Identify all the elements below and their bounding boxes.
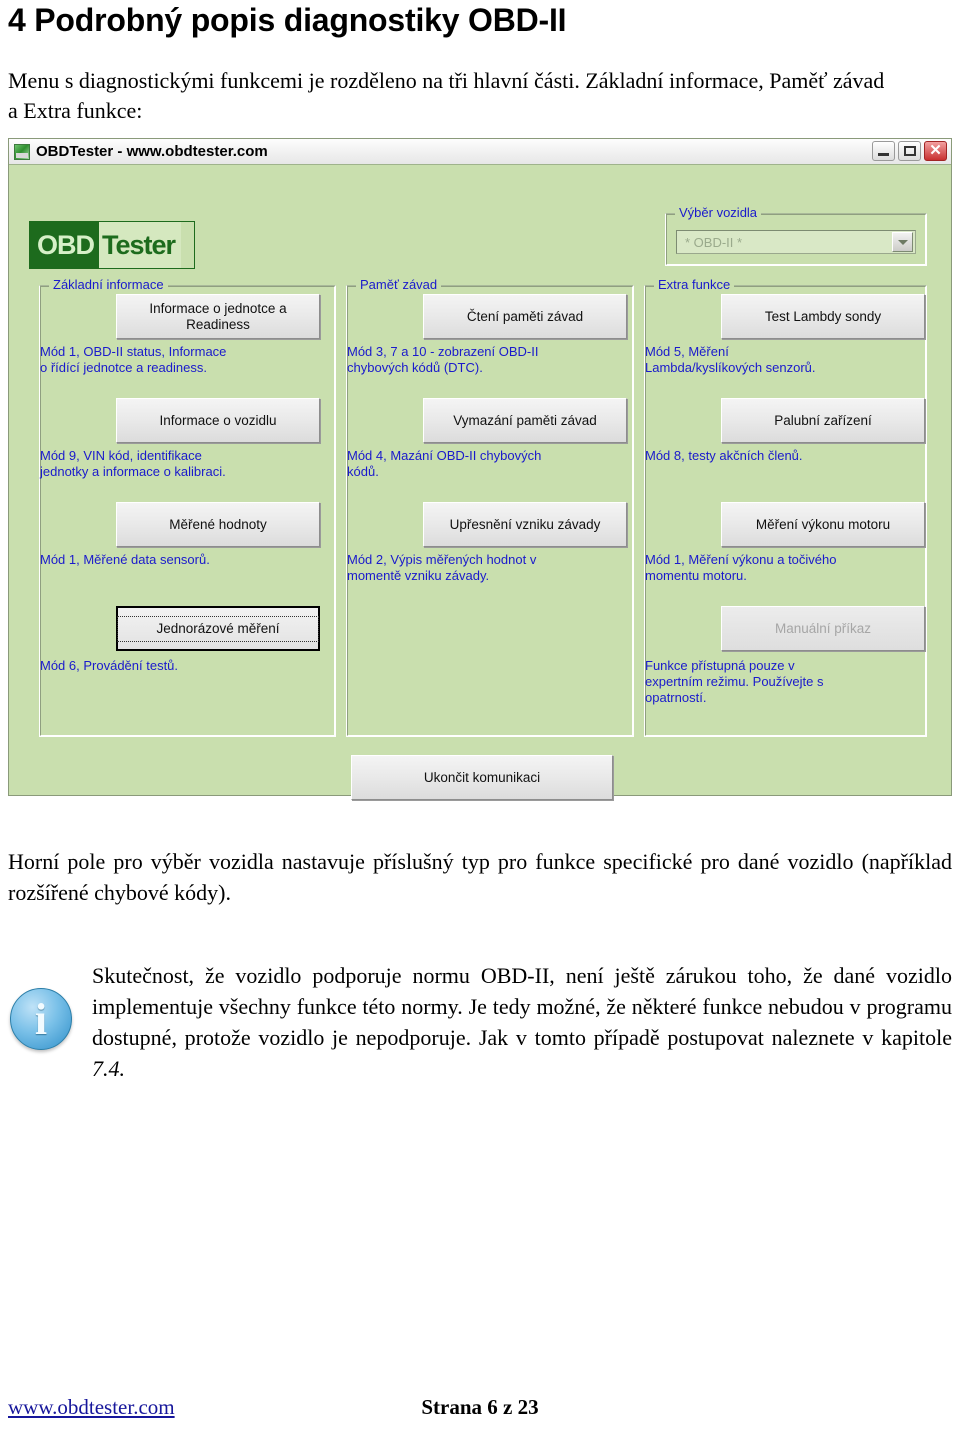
button-single-measurement[interactable]: Jednorázové měření xyxy=(116,606,320,651)
desc-measured-values: Mód 1, Měřené data sensorů. xyxy=(40,552,210,567)
logo-obd-text: OBD xyxy=(30,222,99,268)
button-end-communication[interactable]: Ukončit komunikaci xyxy=(351,755,613,800)
intro-paragraph: Menu s diagnostickými funkcemi je rozděl… xyxy=(8,66,952,126)
intro-line-2: a Extra funkce: xyxy=(8,98,143,123)
group-label-extra: Extra funkce xyxy=(654,277,735,292)
group-fault-memory: Paměť závad Čtení paměti závad Mód 3, 7 … xyxy=(346,277,634,737)
obdtester-logo: OBD Tester xyxy=(29,221,195,269)
desc-engine-power-measurement: Mód 1, Měření výkonu a točivého momentu … xyxy=(645,552,837,583)
button-unit-info-readiness[interactable]: Informace o jednotce a Readiness xyxy=(116,294,320,339)
button-vehicle-info[interactable]: Informace o vozidlu xyxy=(116,398,320,443)
desc-onboard-device: Mód 8, testy akčních členů. xyxy=(645,448,803,463)
paragraph-vehicle-select: Horní pole pro výběr vozidla nastavuje p… xyxy=(8,849,952,905)
note-reference: 7.4. xyxy=(92,1056,125,1081)
logo-tester-text: Tester xyxy=(99,222,182,268)
maximize-button[interactable] xyxy=(898,141,921,161)
desc-freeze-frame: Mód 2, Výpis měřených hodnot v momentě v… xyxy=(347,552,537,583)
chevron-down-icon[interactable] xyxy=(892,232,913,252)
minimize-button[interactable] xyxy=(872,141,895,161)
group-extra-functions: Extra funkce Test Lambdy sondy Mód 5, Mě… xyxy=(644,277,927,737)
window-controls: ✕ xyxy=(872,141,947,161)
desc-clear-fault-memory: Mód 4, Mazání OBD-II chybových kódů. xyxy=(347,448,542,479)
desc-single-measurement: Mód 6, Provádění testů. xyxy=(40,658,179,673)
button-onboard-device[interactable]: Palubní zařízení xyxy=(721,398,925,443)
vehicle-select-value: * OBD-II * xyxy=(685,234,743,250)
desc-read-fault-memory: Mód 3, 7 a 10 - zobrazení OBD-II chybový… xyxy=(347,344,539,375)
button-freeze-frame[interactable]: Upřesnění vzniku závady xyxy=(423,502,627,547)
group-label-basic: Základní informace xyxy=(49,277,168,292)
desc-lambda-test: Mód 5, Měření Lambda/kyslíkových senzorů… xyxy=(645,344,816,375)
button-clear-fault-memory[interactable]: Vymazání paměti závad xyxy=(423,398,627,443)
page-title: 4 Podrobný popis diagnostiky OBD-II xyxy=(8,2,567,38)
window-client-area: OBD Tester Výběr vozidla * OBD-II * Zákl… xyxy=(9,165,951,800)
application-window: OBDTester - www.obdtester.com ✕ OBD Test… xyxy=(8,138,952,800)
vehicle-select-label: Výběr vozidla xyxy=(675,205,762,220)
vehicle-select-combobox[interactable]: * OBD-II * xyxy=(676,230,916,254)
vehicle-select-group: Výběr vozidla * OBD-II * xyxy=(665,205,927,266)
desc-vehicle-info: Mód 9, VIN kód, identifikace jednotky a … xyxy=(40,448,226,479)
button-read-fault-memory[interactable]: Čtení paměti závad xyxy=(423,294,627,339)
app-logo-icon xyxy=(14,143,30,160)
button-engine-power-measurement[interactable]: Měření výkonu motoru xyxy=(721,502,925,547)
desc-manual-command: Funkce přístupná pouze v expertním režim… xyxy=(645,658,824,705)
group-basic-information: Základní informace Informace o jednotce … xyxy=(39,277,336,737)
document-page: 4 Podrobný popis diagnostiky OBD-II Menu… xyxy=(0,0,960,1438)
info-icon xyxy=(10,988,72,1050)
close-button[interactable]: ✕ xyxy=(924,141,947,161)
intro-line-1: Menu s diagnostickými funkcemi je rozděl… xyxy=(8,68,885,93)
button-lambda-test[interactable]: Test Lambdy sondy xyxy=(721,294,925,339)
page-footer: www.obdtester.com Strana 6 z 23 xyxy=(0,1395,960,1435)
note-paragraph: Skutečnost, že vozidlo podporuje normu O… xyxy=(92,960,952,1084)
window-title: OBDTester - www.obdtester.com xyxy=(36,143,268,160)
desc-unit-info-readiness: Mód 1, OBD-II status, Informace o řídící… xyxy=(40,344,227,375)
group-label-memory: Paměť závad xyxy=(356,277,442,292)
footer-page-number: Strana 6 z 23 xyxy=(421,1395,539,1419)
button-measured-values[interactable]: Měřené hodnoty xyxy=(116,502,320,547)
window-titlebar: OBDTester - www.obdtester.com ✕ xyxy=(9,139,951,165)
note-text: Skutečnost, že vozidlo podporuje normu O… xyxy=(92,963,952,1050)
button-manual-command: Manuální příkaz xyxy=(721,606,925,651)
